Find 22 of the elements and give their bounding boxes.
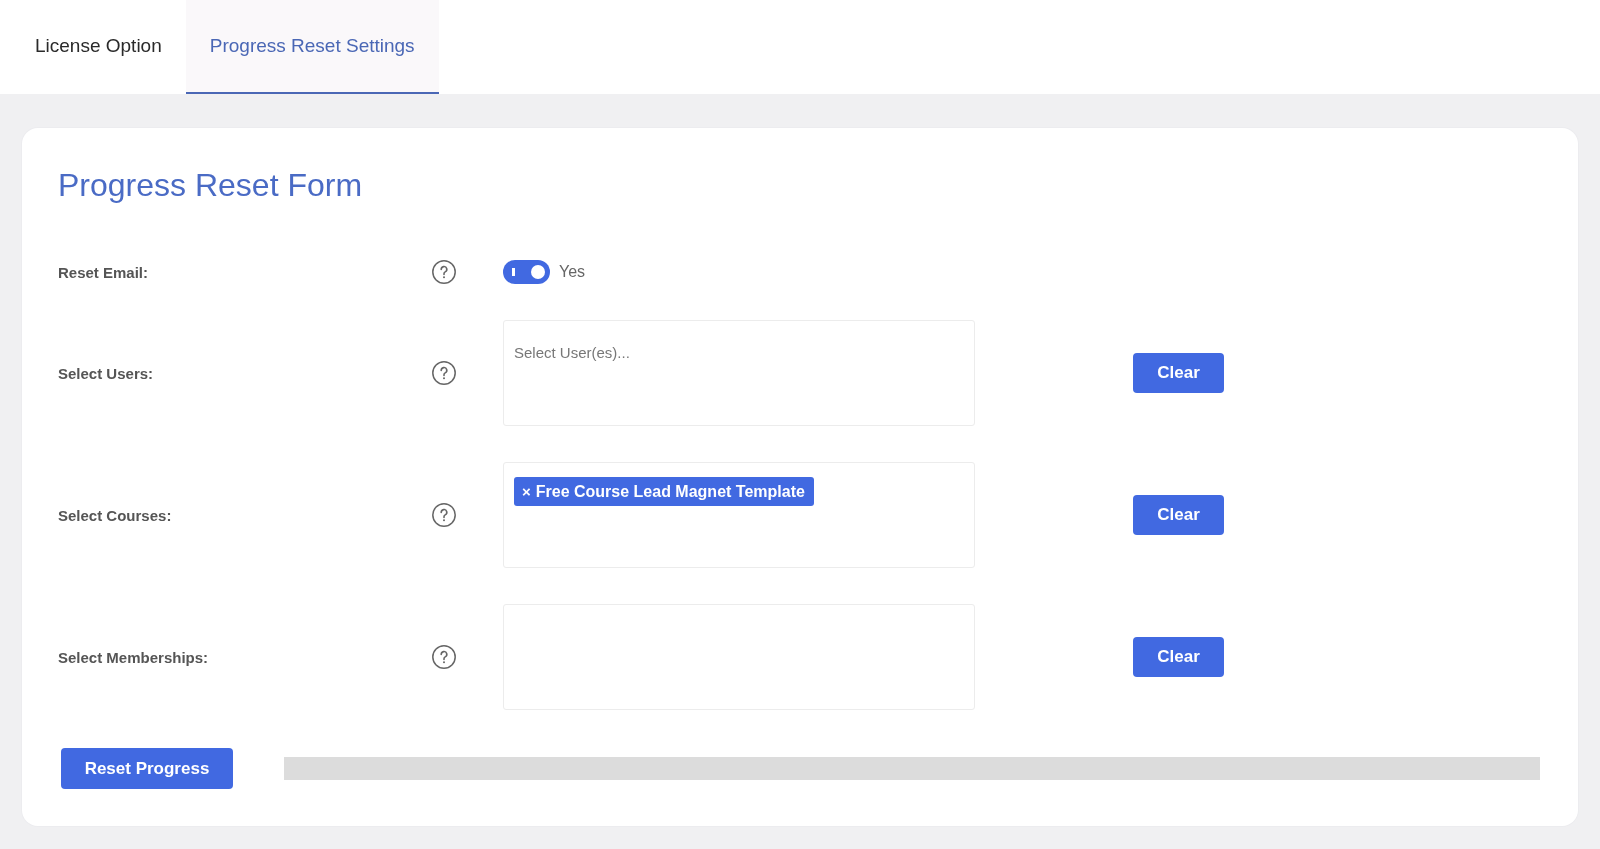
help-icon[interactable]	[432, 361, 456, 385]
tag-label: Free Course Lead Magnet Template	[535, 482, 805, 501]
clear-button[interactable]: Clear	[1133, 637, 1224, 677]
help-icon[interactable]	[432, 260, 456, 284]
clear-button[interactable]: Clear	[1133, 495, 1224, 535]
form-title: Progress Reset Form	[58, 166, 363, 205]
toggle-switch[interactable]	[503, 260, 550, 284]
tab[interactable]: License Option	[11, 0, 186, 94]
select-field[interactable]: Select User(es)...	[503, 320, 975, 426]
field-label: Select Memberships:	[58, 648, 209, 666]
search-input[interactable]: Select User(es)...	[514, 335, 964, 369]
field-label: Select Users:	[58, 364, 154, 382]
help-icon[interactable]	[432, 503, 456, 527]
field-label: Reset Email:	[58, 263, 149, 281]
tab[interactable]: Progress Reset Settings	[185, 0, 439, 94]
remove-button[interactable]: ×	[520, 483, 533, 500]
toggle-label: Yes	[559, 263, 586, 281]
help-icon[interactable]	[432, 645, 456, 669]
reset-progress-button[interactable]: Reset Progress	[61, 748, 233, 789]
field-label: Select Courses:	[58, 506, 172, 524]
clear-button[interactable]: Clear	[1133, 353, 1224, 393]
select-field[interactable]: × Free Course Lead Magnet Template	[503, 462, 975, 568]
